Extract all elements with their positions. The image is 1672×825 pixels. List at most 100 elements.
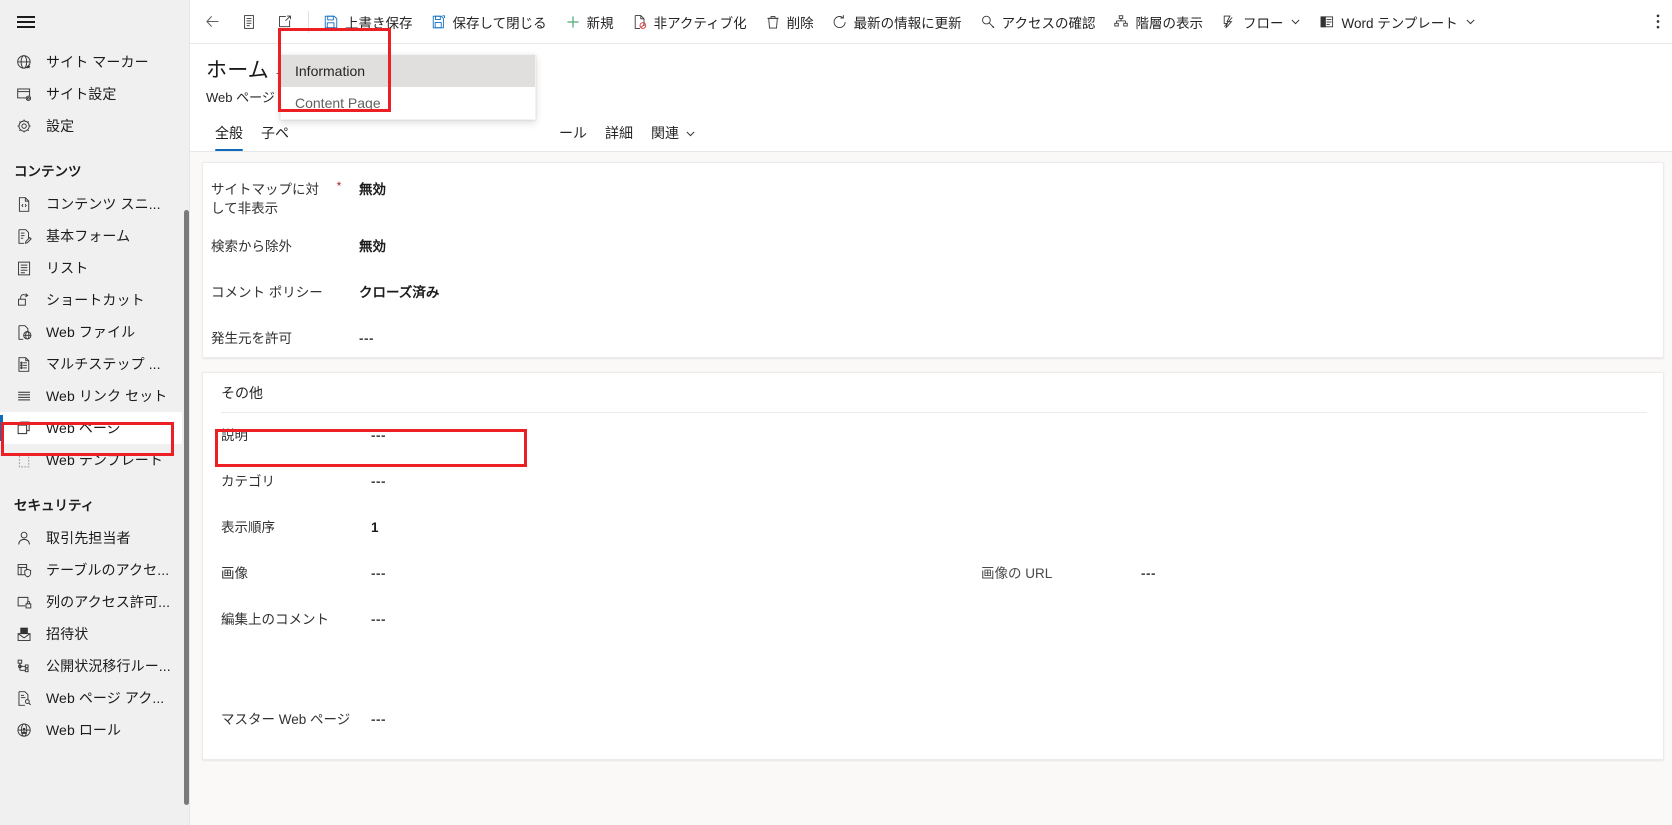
field-label: 表示順序 xyxy=(221,520,275,535)
word-template-button[interactable]: Word テンプレート xyxy=(1310,4,1484,40)
plus-icon xyxy=(565,14,581,30)
tab-related[interactable]: 関連 xyxy=(642,123,705,151)
tab-label: 子ペ xyxy=(261,125,289,141)
lines-icon xyxy=(14,386,34,406)
field-value[interactable]: 無効 xyxy=(359,234,479,256)
shortcut-icon xyxy=(14,290,34,310)
globe-star-icon xyxy=(14,52,34,72)
sidebar-item-settings[interactable]: 設定 xyxy=(0,110,190,142)
form-edit-icon xyxy=(14,226,34,246)
breadcrumb-entity[interactable]: Web ページ xyxy=(206,87,275,106)
form-option-information[interactable]: Information xyxy=(281,55,535,87)
field-exclude-from-search: 検索から除外 無効 xyxy=(203,226,1663,272)
refresh-label: 最新の情報に更新 xyxy=(853,15,962,31)
tab-rules[interactable]: ール xyxy=(550,123,596,151)
sidebar-item-site-marker[interactable]: サイト マーカー xyxy=(0,46,190,78)
more-vertical-icon[interactable] xyxy=(1644,4,1672,40)
form-option-label: Information xyxy=(295,63,366,79)
sidebar-item-web-link-set[interactable]: Web リンク セット xyxy=(0,380,190,412)
sidebar-item-label: 設定 xyxy=(46,118,75,134)
sidebar-group-title-security: セキュリティ xyxy=(14,498,95,513)
delete-label: 削除 xyxy=(786,15,814,31)
field-value[interactable]: 1 xyxy=(371,515,491,537)
sidebar-item-label: サイト マーカー xyxy=(46,54,149,70)
save-button[interactable]: 上書き保存 xyxy=(314,4,422,40)
sidebar-item-contact[interactable]: 取引先担当者 xyxy=(0,522,190,554)
delete-button[interactable]: 削除 xyxy=(756,4,823,40)
field-value[interactable]: --- xyxy=(359,326,479,348)
sidebar-item-multistep-form[interactable]: マルチステップ ... xyxy=(0,348,190,380)
column-lock-icon xyxy=(14,592,34,612)
field-label: コメント ポリシー xyxy=(211,285,323,300)
sidebar-item-publishing-state-transition[interactable]: 公開状況移行ルー... xyxy=(0,650,190,682)
flow-icon xyxy=(1221,14,1237,30)
field-value[interactable]: 無効 xyxy=(359,177,479,199)
field-display-order: 表示順序 1 xyxy=(203,507,843,553)
person-icon xyxy=(14,528,34,548)
sidebar-item-label: 基本フォーム xyxy=(46,228,131,244)
sidebar-item-content-snippet[interactable]: コンテンツ スニ... xyxy=(0,188,190,220)
check-access-button[interactable]: アクセスの確認 xyxy=(971,4,1105,40)
field-category: カテゴリ --- xyxy=(203,461,843,507)
required-indicator-placeholder xyxy=(331,326,347,328)
sidebar-item-web-page[interactable]: Web ページ xyxy=(0,412,190,444)
hamburger-icon[interactable] xyxy=(6,0,46,44)
table-shield-icon xyxy=(14,560,34,580)
new-button[interactable]: 新規 xyxy=(556,4,623,40)
form-icon[interactable] xyxy=(231,4,267,40)
sidebar-item-site-settings[interactable]: サイト設定 xyxy=(0,78,190,110)
field-value[interactable]: --- xyxy=(371,469,491,491)
show-hierarchy-button[interactable]: 階層の表示 xyxy=(1104,4,1212,40)
field-value[interactable]: --- xyxy=(371,561,491,583)
sidebar: サイト マーカー サイト設定 設定 コンテンツ コンテンツ スニ... 基本フォ… xyxy=(0,0,190,825)
sidebar-item-web-role[interactable]: Web ロール xyxy=(0,714,190,746)
sidebar-item-label: コンテンツ スニ... xyxy=(46,196,161,212)
sidebar-item-shortcut[interactable]: ショートカット xyxy=(0,284,190,316)
tab-general[interactable]: 全般 xyxy=(206,123,252,151)
list-icon xyxy=(14,258,34,278)
sidebar-item-web-file[interactable]: Web ファイル xyxy=(0,316,190,348)
section-title: その他 xyxy=(221,385,263,401)
workflow-icon xyxy=(14,656,34,676)
sidebar-item-column-permission[interactable]: 列のアクセス許可... xyxy=(0,586,190,618)
field-value[interactable]: --- xyxy=(371,423,491,445)
popout-icon[interactable] xyxy=(267,4,303,40)
word-template-label: Word テンプレート xyxy=(1341,15,1458,31)
sidebar-item-list[interactable]: リスト xyxy=(0,252,190,284)
flow-button[interactable]: フロー xyxy=(1212,4,1311,40)
field-value[interactable]: --- xyxy=(1141,561,1261,583)
back-arrow-icon[interactable] xyxy=(194,4,231,40)
column-left: 説明 --- カテゴリ --- 表示順序 1 画像 --- 編集上のコメント -… xyxy=(203,415,843,745)
tab-details[interactable]: 詳細 xyxy=(596,123,642,151)
flow-label: フロー xyxy=(1242,15,1284,31)
form-canvas: サイトマップに対して非表示 * 無効 検索から除外 無効 コメント ポリシー ク… xyxy=(190,152,1672,825)
check-access-icon xyxy=(980,14,996,30)
sidebar-item-invitation[interactable]: 招待状 xyxy=(0,618,190,650)
deactivate-button[interactable]: 非アクティブ化 xyxy=(623,4,756,40)
save-and-close-button[interactable]: 保存して閉じる xyxy=(422,4,556,40)
sidebar-item-table-access[interactable]: テーブルのアクセ... xyxy=(0,554,190,586)
field-label: 検索から除外 xyxy=(211,239,292,254)
sidebar-item-label: Web テンプレート xyxy=(46,452,164,468)
tab-strip: 全般 子ペ ール 詳細 関連 xyxy=(190,119,1672,151)
sidebar-item-label: テーブルのアクセ... xyxy=(46,562,170,578)
gear-icon xyxy=(14,116,34,136)
field-label: 画像の URL xyxy=(981,566,1053,581)
form-option-content-page[interactable]: Content Page xyxy=(281,87,535,119)
template-icon xyxy=(14,450,34,470)
page-title: ホーム xyxy=(206,59,269,82)
sidebar-item-web-page-access[interactable]: Web ページ アク... xyxy=(0,682,190,714)
sidebar-item-web-template[interactable]: Web テンプレート xyxy=(0,444,190,476)
tab-label: 全般 xyxy=(215,125,243,141)
sidebar-group-title-content: コンテンツ xyxy=(14,164,82,179)
refresh-button[interactable]: 最新の情報に更新 xyxy=(823,4,971,40)
sidebar-item-label: Web ロール xyxy=(46,722,122,738)
web-file-icon xyxy=(14,322,34,342)
tab-child-pages[interactable]: 子ペ xyxy=(252,123,298,151)
field-value[interactable]: --- xyxy=(371,607,491,629)
field-value[interactable]: クローズ済み xyxy=(359,280,479,302)
sidebar-item-basic-form[interactable]: 基本フォーム xyxy=(0,220,190,252)
show-hierarchy-label: 階層の表示 xyxy=(1135,15,1203,31)
deactivate-icon xyxy=(632,14,648,30)
field-value[interactable]: --- xyxy=(371,707,491,729)
